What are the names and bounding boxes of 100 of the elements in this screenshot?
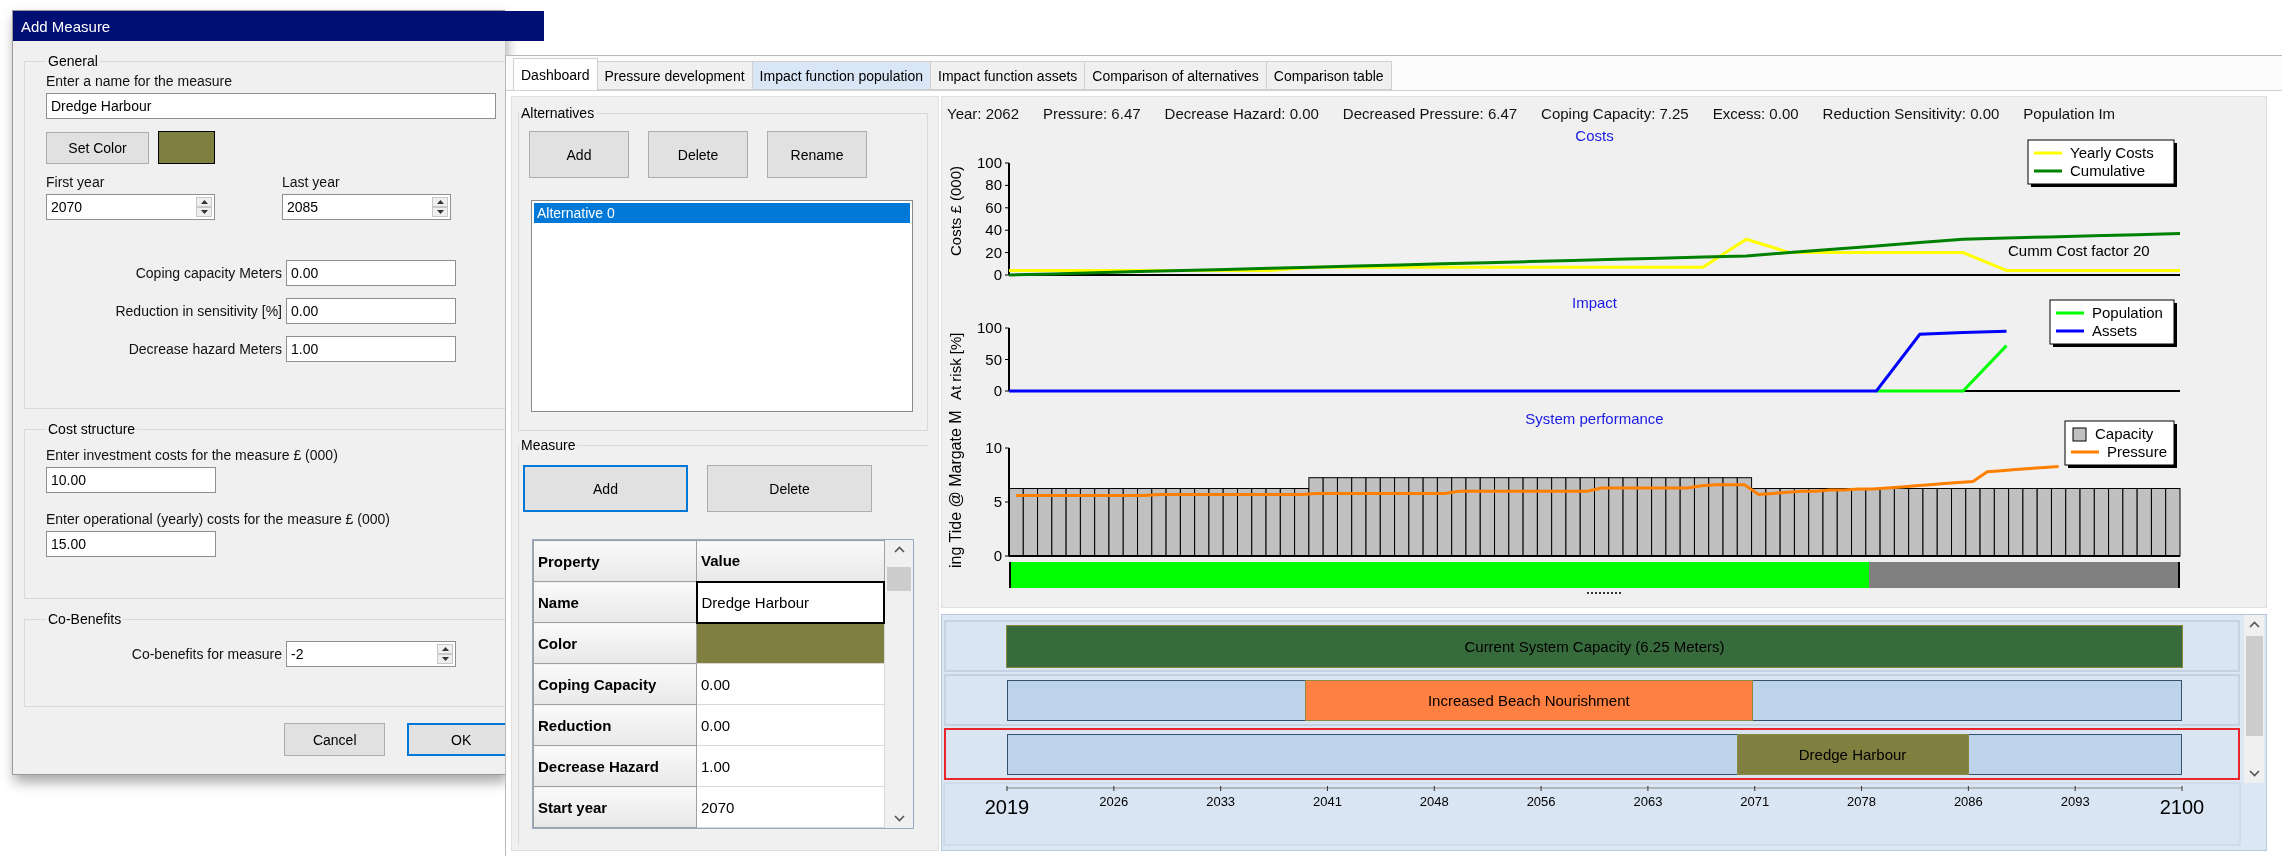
axis-tick-label: 2071 [1740, 794, 1770, 809]
value-cell[interactable]: 1.00 [696, 745, 885, 787]
dialog-button[interactable]: Cancel [284, 723, 386, 756]
splitter-grip[interactable] [1587, 592, 1621, 595]
chevron-up-icon[interactable] [893, 546, 905, 553]
chart-bar [1979, 488, 1995, 557]
value-cell[interactable]: 2070 [696, 786, 885, 828]
axis-tick-label: 10 [985, 439, 1002, 456]
spin-box[interactable]: 2070 [46, 194, 215, 220]
measure-button[interactable]: Delete [707, 465, 872, 512]
axis-tick-label: 80 [985, 176, 1002, 194]
chart-bar [1993, 488, 2010, 557]
alternative-button[interactable]: Add [529, 131, 629, 178]
scrollbar-thumb[interactable] [887, 567, 912, 591]
legend-label: Yearly Costs [2070, 144, 2154, 161]
chart-bar [1179, 488, 1196, 557]
timeline-row[interactable]: Dredge Harbour [944, 728, 2240, 780]
scrollbar[interactable] [2244, 615, 2264, 783]
tab[interactable]: Impact function population [751, 61, 932, 90]
axis-tick-label: 2026 [1099, 794, 1129, 809]
investment-field[interactable]: 10.00 [46, 467, 216, 493]
set-color-button[interactable]: Set Color [46, 131, 149, 164]
property-cell: Reduction [533, 704, 697, 746]
name-field[interactable]: Dredge Harbour [46, 93, 496, 119]
legend-line [2034, 151, 2062, 155]
value-cell[interactable]: 0.00 [696, 663, 885, 705]
spin-box[interactable]: 2085 [282, 194, 451, 220]
scrollbar-thumb[interactable] [2245, 636, 2263, 736]
field-label: Decrease hazard Meters [127, 341, 282, 357]
axis-tick-label: 5 [993, 493, 1002, 510]
chart-bar [1079, 488, 1096, 557]
legend-line [2056, 311, 2084, 315]
tab[interactable]: Pressure development [596, 61, 753, 90]
axis-label: At risk [%] [947, 332, 964, 400]
number-input[interactable]: -2 [287, 642, 437, 666]
spin-up-button[interactable] [432, 197, 448, 207]
chart-bar [2093, 488, 2110, 557]
tab[interactable]: Comparison of alternatives [1084, 61, 1267, 90]
spin-down-button[interactable] [432, 207, 448, 217]
chart-bar [1065, 488, 1081, 557]
number-field[interactable]: 0.00 [286, 260, 456, 286]
status-text: Pressure: 6.47 [1043, 104, 1141, 122]
tab[interactable]: Dashboard [513, 58, 598, 90]
chart-bar [1137, 488, 1153, 557]
chart-annotation: Cumm Cost factor 20 [2008, 242, 2150, 259]
chevron-down-icon[interactable] [2248, 770, 2260, 777]
field-label: Co-benefits for measure [130, 646, 282, 662]
alternative-button[interactable]: Delete [648, 131, 748, 178]
status-text: Coping Capacity: 7.25 [1541, 104, 1689, 122]
axis-tick-label: 0 [993, 382, 1002, 399]
measure-button[interactable]: Add [523, 465, 688, 512]
legend-swatch [2072, 427, 2087, 442]
axis-tick-label: 40 [985, 221, 1002, 239]
operational-field[interactable]: 15.00 [46, 531, 216, 557]
spin-up-button[interactable] [437, 644, 453, 654]
legend-label: Pressure [2107, 443, 2168, 460]
color-cell[interactable] [696, 622, 885, 664]
timeline-bar[interactable]: Increased Beach Nourishment [1305, 680, 1752, 720]
axis-tick-label: 20 [985, 243, 1002, 261]
dialog-button[interactable]: OK [407, 723, 505, 756]
number-input[interactable]: 2070 [47, 195, 196, 219]
spin-down-button[interactable] [437, 654, 453, 664]
chart-bar [1279, 488, 1296, 557]
value-cell[interactable]: 0.00 [696, 704, 885, 746]
chart-bar [1793, 488, 1810, 557]
chart-bar [1751, 488, 1767, 557]
number-input[interactable]: 2085 [283, 195, 432, 219]
chart-bar [1194, 488, 1210, 557]
field-label: Enter investment costs for the measure £ (000) [46, 447, 339, 463]
axis-tick-label: 2033 [1206, 794, 1236, 809]
scrollbar[interactable] [885, 540, 913, 828]
list-item[interactable]: Alternative 0 [534, 203, 910, 223]
number-field[interactable]: 1.00 [286, 336, 456, 362]
chevron-up-icon[interactable] [2248, 621, 2260, 628]
axis-tick-label: 0 [993, 547, 1002, 564]
chart-bar [1779, 488, 1795, 557]
chart-bar [2150, 488, 2167, 557]
chart-bar [1165, 488, 1181, 557]
legend-line [2056, 329, 2084, 333]
tab[interactable]: Comparison table [1265, 61, 1392, 90]
chart-bar [1836, 488, 1853, 557]
arrow-up-icon [436, 200, 444, 204]
spin-down-button[interactable] [196, 207, 212, 217]
timeline-bar[interactable]: Dredge Harbour [1737, 734, 1968, 774]
tab[interactable]: Impact function assets [930, 61, 1086, 90]
chart-bar [1122, 488, 1138, 557]
timeline-row[interactable]: Increased Beach Nourishment [944, 674, 2240, 726]
alternative-button[interactable]: Rename [767, 131, 867, 178]
chart-bar [1237, 488, 1253, 557]
number-field[interactable]: 0.00 [286, 298, 456, 324]
spin-up-button[interactable] [196, 197, 212, 207]
property-cell: Color [533, 622, 697, 664]
chevron-down-icon[interactable] [893, 815, 905, 822]
chart-bar [1208, 488, 1224, 557]
chart-bar [2022, 488, 2038, 557]
field-label: Coping capacity Meters [134, 265, 282, 281]
value-edit-field[interactable]: Dredge Harbour [696, 581, 885, 623]
spin-box[interactable]: -2 [286, 641, 456, 667]
legend-label: Population [2092, 304, 2163, 321]
group-label: Cost structure [47, 421, 137, 437]
